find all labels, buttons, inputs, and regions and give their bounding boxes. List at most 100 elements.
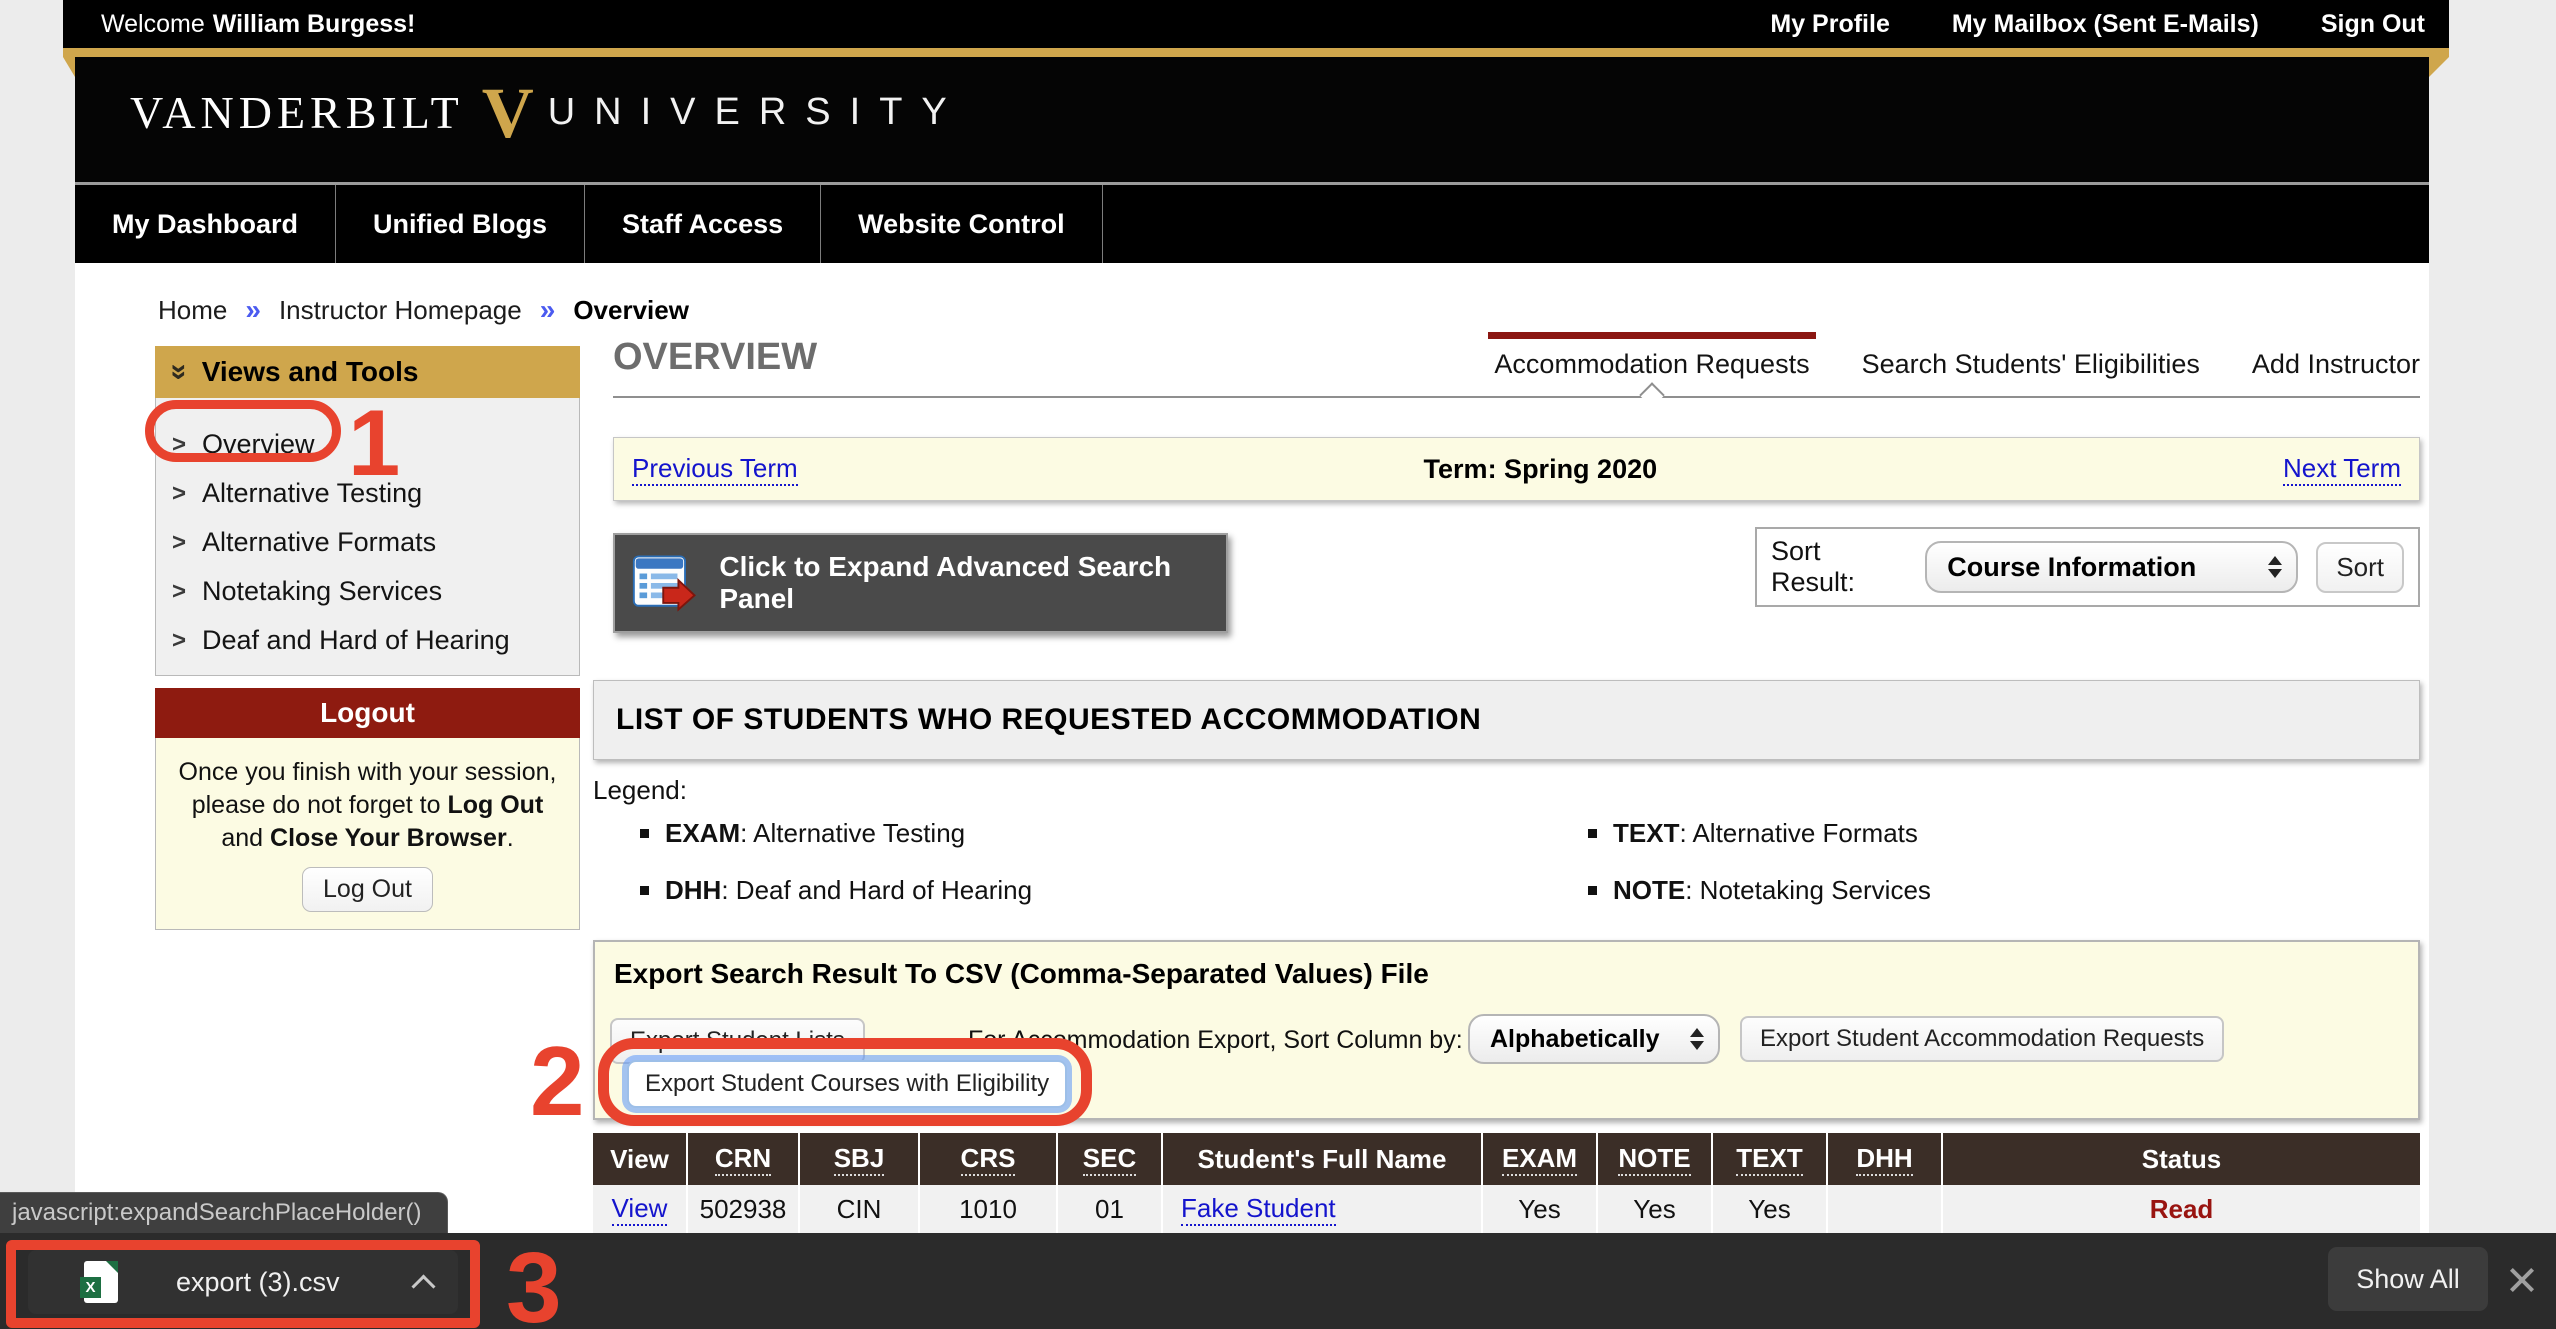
chevron-right-icon: > <box>172 480 186 508</box>
show-all-button[interactable]: Show All <box>2328 1247 2488 1311</box>
sort-result-selected-value: Course Information <box>1947 552 2196 583</box>
cell-text: Yes <box>1713 1185 1828 1233</box>
col-header-crn[interactable]: CRN <box>688 1133 800 1185</box>
cell-view: View <box>593 1185 688 1233</box>
welcome-message: WelcomeWilliam Burgess! <box>101 10 415 39</box>
logout-line3-post: . <box>507 824 514 852</box>
table-row: View 502938 CIN 1010 01 Fake Student Yes… <box>593 1185 2420 1233</box>
sidebar-item-label: Notetaking Services <box>202 576 442 607</box>
sign-out-link[interactable]: Sign Out <box>2321 10 2425 39</box>
col-header-sbj[interactable]: SBJ <box>800 1133 920 1185</box>
current-term-label: Term: Spring 2020 <box>1424 454 1658 485</box>
logo-banner: VANDERBILT V UNIVERSITY <box>75 57 2429 182</box>
legend-term: EXAM <box>665 818 740 848</box>
tab-add-instructor[interactable]: Add Instructor <box>2252 349 2420 380</box>
col-header-sec[interactable]: SEC <box>1058 1133 1163 1185</box>
legend-desc: : Deaf and Hard of Hearing <box>721 875 1032 905</box>
vanderbilt-wordmark: VANDERBILT <box>130 86 464 139</box>
table-header-row: View CRN SBJ CRS SEC Student's Full Name… <box>593 1133 2420 1185</box>
legend-item-dhh: DHH: Deaf and Hard of Hearing <box>640 875 1588 906</box>
excel-x-glyph: X <box>80 1277 101 1298</box>
col-header-student-name: Student's Full Name <box>1163 1133 1483 1185</box>
nav-staff-access[interactable]: Staff Access <box>585 185 821 263</box>
term-bar: Previous Term Term: Spring 2020 Next Ter… <box>613 437 2420 501</box>
sidebar-item-label: Overview <box>202 429 315 460</box>
tab-accommodation-requests[interactable]: Accommodation Requests <box>1494 349 1809 380</box>
sidebar-item-overview[interactable]: > Overview <box>172 420 579 469</box>
chevron-right-icon: > <box>172 578 186 606</box>
expand-advanced-search-label: Click to Expand Advanced Search Panel <box>719 551 1226 615</box>
col-header-text[interactable]: TEXT <box>1713 1133 1828 1185</box>
legend-label: Legend: <box>593 775 687 806</box>
gold-divider <box>63 48 2449 57</box>
previous-term-link[interactable]: Previous Term <box>632 453 798 486</box>
col-header-note[interactable]: NOTE <box>1598 1133 1713 1185</box>
col-header-exam[interactable]: EXAM <box>1483 1133 1598 1185</box>
page: WelcomeWilliam Burgess! My Profile My Ma… <box>0 0 2556 1329</box>
sidebar-item-label: Alternative Formats <box>202 527 436 558</box>
logout-text-line3: and Close Your Browser. <box>156 822 579 855</box>
breadcrumb-separator-icon: » <box>540 294 556 326</box>
export-sort-select[interactable]: Alphabetically <box>1468 1014 1720 1064</box>
nav-my-dashboard[interactable]: My Dashboard <box>75 185 336 263</box>
chevron-up-icon[interactable] <box>411 1274 435 1298</box>
my-profile-link[interactable]: My Profile <box>1770 10 1889 39</box>
cell-status: Read <box>1943 1185 2420 1233</box>
expand-advanced-search-button[interactable]: Click to Expand Advanced Search Panel <box>613 533 1228 633</box>
results-table: View CRN SBJ CRS SEC Student's Full Name… <box>593 1133 2420 1233</box>
sort-result-panel: Sort Result: Course Information Sort <box>1755 527 2420 607</box>
export-student-courses-button[interactable]: Export Student Courses with Eligibility <box>627 1060 1067 1108</box>
tab-search-students-eligibilities[interactable]: Search Students' Eligibilities <box>1862 349 2200 380</box>
chevron-right-icon: > <box>172 627 186 655</box>
sidebar-item-deaf-and-hard-of-hearing[interactable]: > Deaf and Hard of Hearing <box>172 616 579 665</box>
select-stepper-icon <box>1690 1028 1704 1050</box>
logout-panel: Once you finish with your session, pleas… <box>155 738 580 930</box>
gold-corner-right <box>2429 57 2449 77</box>
my-mailbox-link[interactable]: My Mailbox (Sent E-Mails) <box>1952 10 2259 39</box>
downloaded-file-chip[interactable]: X export (3).csv <box>28 1250 458 1314</box>
sidebar-item-label: Alternative Testing <box>202 478 422 509</box>
sidebar-header-views-and-tools[interactable]: » Views and Tools <box>155 346 580 398</box>
legend-bullet-icon <box>640 829 649 838</box>
cell-dhh <box>1828 1185 1943 1233</box>
breadcrumb-instructor-homepage[interactable]: Instructor Homepage <box>279 295 522 326</box>
section-header: LIST OF STUDENTS WHO REQUESTED ACCOMMODA… <box>593 680 2420 760</box>
sidebar-menu: > Overview > Alternative Testing > Alter… <box>155 398 580 676</box>
search-panel-icon <box>631 552 697 614</box>
cell-student-name: Fake Student <box>1163 1185 1483 1233</box>
nav-unified-blogs[interactable]: Unified Blogs <box>336 185 585 263</box>
legend-bullet-icon <box>640 886 649 895</box>
breadcrumb-home[interactable]: Home <box>158 295 227 326</box>
next-term-link[interactable]: Next Term <box>2283 453 2401 486</box>
view-link[interactable]: View <box>612 1193 668 1226</box>
sidebar-item-label: Deaf and Hard of Hearing <box>202 625 510 656</box>
cell-crs: 1010 <box>920 1185 1058 1233</box>
log-out-button[interactable]: Log Out <box>302 867 433 912</box>
breadcrumb-current-overview: Overview <box>573 295 689 326</box>
export-accommodation-requests-button[interactable]: Export Student Accommodation Requests <box>1740 1016 2224 1062</box>
col-header-crs[interactable]: CRS <box>920 1133 1058 1185</box>
section-header-label: LIST OF STUDENTS WHO REQUESTED ACCOMMODA… <box>616 703 1481 737</box>
sort-result-select[interactable]: Course Information <box>1925 541 2298 593</box>
vanderbilt-logo: VANDERBILT V UNIVERSITY <box>130 77 966 149</box>
nav-website-control[interactable]: Website Control <box>821 185 1103 263</box>
cell-exam: Yes <box>1483 1185 1598 1233</box>
close-download-bar-icon[interactable] <box>2500 1258 2544 1302</box>
main-nav: My Dashboard Unified Blogs Staff Access … <box>75 182 2429 263</box>
cell-note: Yes <box>1598 1185 1713 1233</box>
sort-button[interactable]: Sort <box>2316 542 2404 593</box>
top-bar: WelcomeWilliam Burgess! My Profile My Ma… <box>63 0 2449 48</box>
top-links: My Profile My Mailbox (Sent E-Mails) Sig… <box>1770 10 2425 39</box>
sidebar-item-alternative-testing[interactable]: > Alternative Testing <box>172 469 579 518</box>
cell-sbj: CIN <box>800 1185 920 1233</box>
export-student-lists-button[interactable]: Export Student Lists <box>610 1018 865 1064</box>
export-sort-selected-value: Alphabetically <box>1490 1025 1660 1054</box>
col-header-dhh[interactable]: DHH <box>1828 1133 1943 1185</box>
collapse-chevrons-icon: » <box>164 364 194 381</box>
legend-term: DHH <box>665 875 721 905</box>
logout-line2-bold: Log Out <box>447 791 543 819</box>
student-name-link[interactable]: Fake Student <box>1181 1193 1336 1226</box>
sidebar-item-alternative-formats[interactable]: > Alternative Formats <box>172 518 579 567</box>
sidebar-item-notetaking-services[interactable]: > Notetaking Services <box>172 567 579 616</box>
legend: EXAM: Alternative Testing TEXT: Alternat… <box>640 818 2280 906</box>
